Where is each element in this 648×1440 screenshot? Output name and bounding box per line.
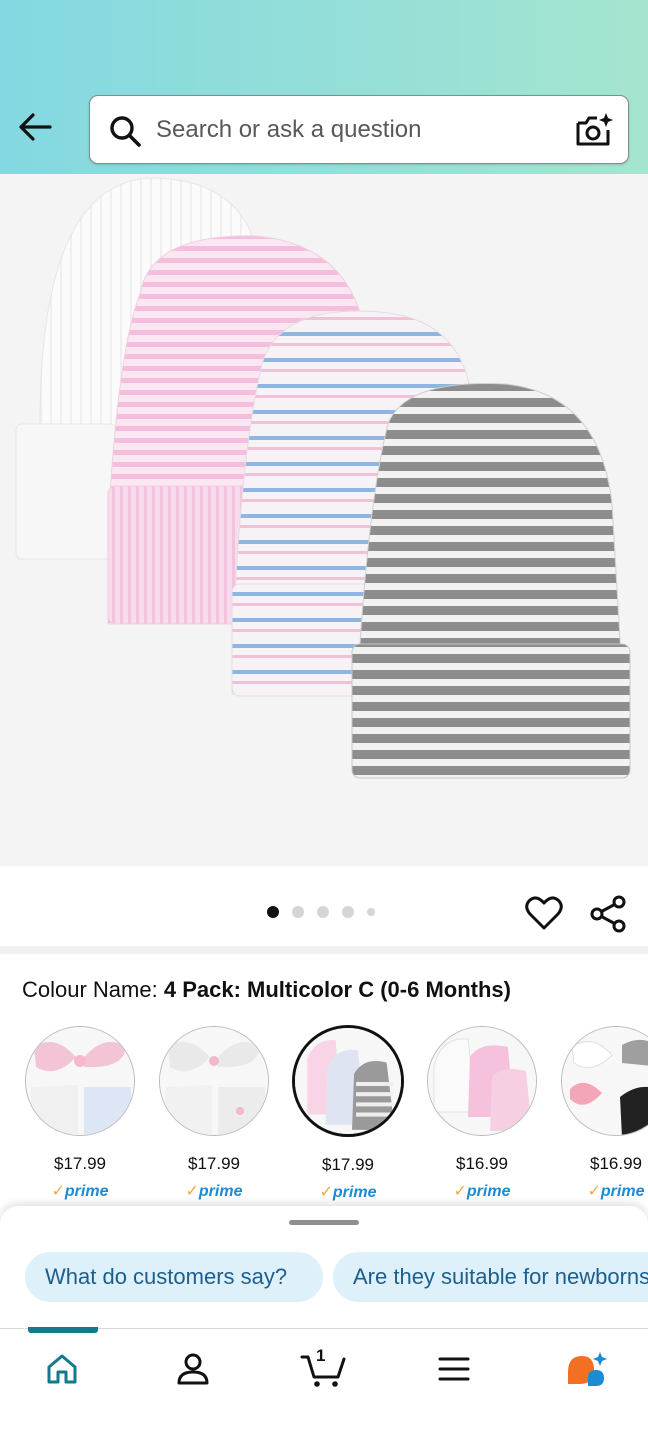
page-dot-active[interactable] — [267, 906, 279, 918]
search-icon — [110, 116, 141, 147]
nav-account[interactable] — [163, 1345, 223, 1393]
gallery-controls — [0, 866, 648, 948]
page-dot[interactable] — [317, 906, 329, 918]
nav-cart[interactable]: 1 — [293, 1345, 353, 1393]
prime-badge: ✓prime — [319, 1184, 377, 1201]
swatch-image — [427, 1026, 537, 1136]
colour-selected-value: 4 Pack: Multicolor C (0-6 Months) — [163, 977, 511, 1002]
colour-swatch[interactable]: $16.99 ✓prime — [556, 1022, 648, 1201]
swatch-image — [159, 1026, 269, 1136]
page-dot[interactable] — [367, 908, 375, 916]
question-chip[interactable]: Are they suitable for newborns? — [333, 1252, 648, 1302]
swatch-price: $17.99 — [188, 1154, 240, 1173]
prime-label: prime — [332, 1184, 377, 1201]
prime-label: prime — [466, 1183, 511, 1200]
colour-label-prefix: Colour Name: — [22, 977, 164, 1002]
account-icon — [177, 1353, 209, 1385]
section-divider — [0, 946, 648, 954]
swatch-price: $17.99 — [322, 1155, 374, 1174]
page-dot[interactable] — [342, 906, 354, 918]
swatch-image — [292, 1025, 404, 1137]
nav-home[interactable] — [32, 1345, 92, 1393]
beanie-hats-image — [15, 177, 631, 779]
prime-badge: ✓prime — [51, 1183, 109, 1200]
camera-sparkle-icon[interactable] — [574, 111, 614, 149]
colour-swatch[interactable]: $16.99 ✓prime — [422, 1022, 542, 1201]
prime-badge: ✓prime — [185, 1183, 243, 1200]
header — [0, 0, 648, 174]
rufus-bottom-sheet[interactable]: What do customers say? Are they suitable… — [0, 1206, 648, 1330]
swatch-image — [25, 1026, 135, 1136]
colour-swatch[interactable]: $17.99 ✓prime — [20, 1022, 140, 1201]
prime-label: prime — [198, 1183, 243, 1200]
product-image[interactable] — [0, 174, 648, 866]
swatch-image — [561, 1026, 648, 1136]
swatch-price: $16.99 — [456, 1154, 508, 1173]
rufus-icon — [568, 1352, 607, 1386]
gallery-pagination[interactable] — [267, 906, 375, 918]
prime-badge: ✓prime — [453, 1183, 511, 1200]
bottom-nav: 1 — [0, 1327, 648, 1440]
prime-label: prime — [600, 1183, 645, 1200]
colour-swatch-carousel[interactable]: $17.99 ✓prime $17.99 ✓prime $17.99 ✓prim… — [0, 1022, 648, 1212]
colour-swatch-selected[interactable]: $17.99 ✓prime — [288, 1022, 408, 1202]
swatch-price: $17.99 — [54, 1154, 106, 1173]
prime-badge: ✓prime — [587, 1183, 645, 1200]
nav-menu[interactable] — [424, 1345, 484, 1393]
nav-active-indicator — [28, 1327, 98, 1333]
sheet-drag-handle[interactable] — [289, 1220, 359, 1225]
page-dot[interactable] — [292, 906, 304, 918]
menu-icon — [438, 1357, 470, 1381]
cart-count: 1 — [316, 1346, 326, 1365]
search-box[interactable] — [89, 95, 629, 164]
back-button[interactable] — [14, 108, 56, 146]
question-chip[interactable]: What do customers say? — [25, 1252, 323, 1302]
search-input[interactable] — [156, 110, 556, 150]
share-icon[interactable] — [588, 894, 628, 934]
home-icon — [47, 1354, 77, 1384]
colour-name-label: Colour Name: 4 Pack: Multicolor C (0-6 M… — [22, 977, 511, 1003]
heart-icon[interactable] — [524, 894, 564, 932]
prime-label: prime — [64, 1183, 109, 1200]
arrow-left-icon — [19, 113, 52, 141]
swatch-price: $16.99 — [590, 1154, 642, 1173]
colour-swatch[interactable]: $17.99 ✓prime — [154, 1022, 274, 1201]
nav-rufus[interactable] — [556, 1345, 616, 1393]
